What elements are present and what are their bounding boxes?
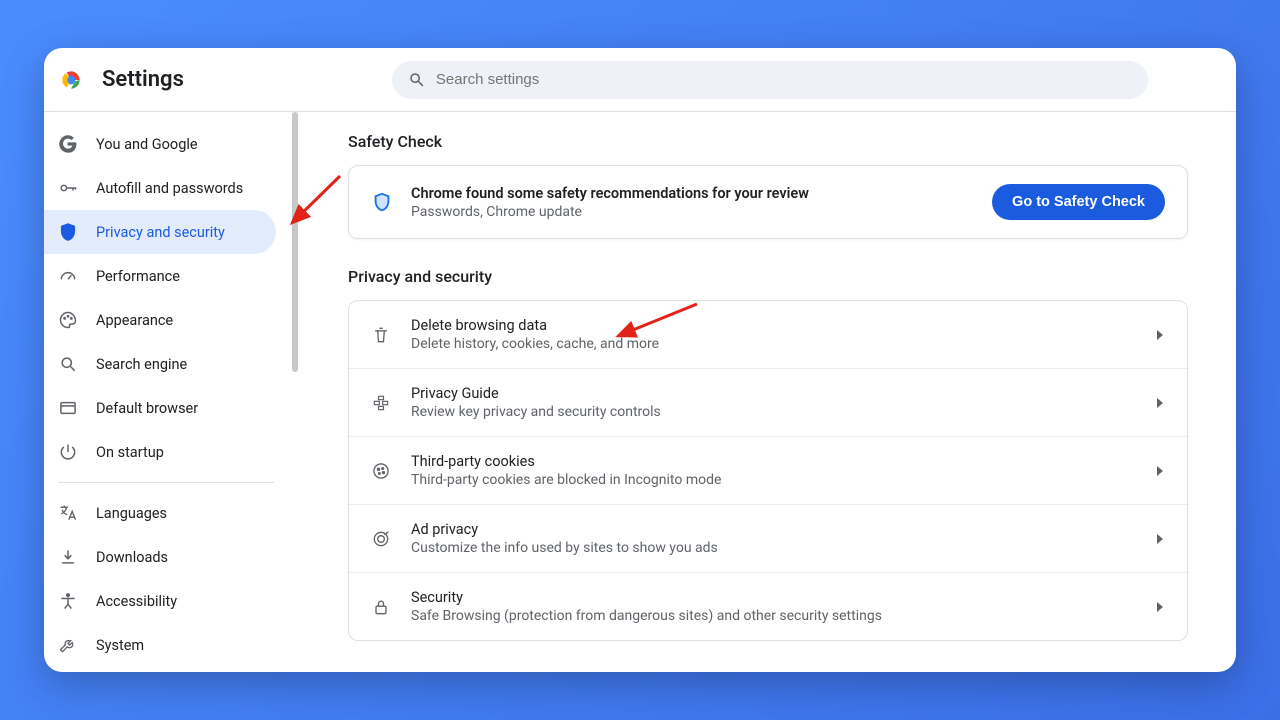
list-item-title: Ad privacy	[411, 521, 1137, 538]
search-input[interactable]	[436, 71, 1132, 88]
cookie-icon	[371, 461, 391, 481]
sidebar-item-privacy-and-security[interactable]: Privacy and security	[44, 210, 276, 254]
list-item-subtitle: Review key privacy and security controls	[411, 404, 1137, 420]
privacy-security-heading: Privacy and security	[348, 267, 1188, 286]
sidebar-item-label: Appearance	[96, 312, 173, 329]
list-item-subtitle: Safe Browsing (protection from dangerous…	[411, 608, 1137, 624]
privacy-item-third-party-cookies[interactable]: Third-party cookies Third-party cookies a…	[349, 436, 1187, 504]
sidebar-item-system[interactable]: System	[44, 623, 276, 667]
safety-check-heading: Safety Check	[348, 132, 1188, 151]
sidebar-item-label: On startup	[96, 444, 164, 461]
browser-icon	[58, 398, 78, 418]
lock-icon	[371, 597, 391, 617]
sidebar-item-label: Accessibility	[96, 593, 177, 610]
privacy-item-privacy-guide[interactable]: Privacy Guide Review key privacy and secu…	[349, 368, 1187, 436]
sidebar-item-label: You and Google	[96, 136, 198, 153]
sidebar-item-label: Default browser	[96, 400, 198, 417]
sidebar-item-label: Performance	[96, 268, 180, 285]
sidebar-item-label: System	[96, 637, 144, 654]
shield-icon	[58, 222, 78, 242]
sidebar-item-accessibility[interactable]: Accessibility	[44, 579, 276, 623]
search-icon	[408, 71, 426, 89]
sidebar-item-label: Downloads	[96, 549, 168, 566]
chevron-right-icon	[1157, 330, 1165, 340]
search-icon	[58, 354, 78, 374]
list-item-title: Third-party cookies	[411, 453, 1137, 470]
go-to-safety-check-button[interactable]: Go to Safety Check	[992, 184, 1165, 220]
accessibility-icon	[58, 591, 78, 611]
main-content: Safety Check Chrome found some safety re…	[292, 112, 1236, 672]
sidebar-item-default-browser[interactable]: Default browser	[44, 386, 276, 430]
list-item-title: Delete browsing data	[411, 317, 1137, 334]
header: Settings	[44, 48, 1236, 112]
scrollbar-thumb[interactable]	[292, 112, 298, 372]
shield-icon	[371, 191, 393, 213]
chevron-right-icon	[1157, 466, 1165, 476]
sidebar: You and Google Autofill and passwords Priv…	[44, 112, 292, 672]
sidebar-item-appearance[interactable]: Appearance	[44, 298, 276, 342]
wrench-icon	[58, 635, 78, 655]
list-item-title: Security	[411, 589, 1137, 606]
power-icon	[58, 442, 78, 462]
sidebar-item-search-engine[interactable]: Search engine	[44, 342, 276, 386]
privacy-security-list: Delete browsing data Delete history, cook…	[348, 300, 1188, 641]
sidebar-item-autofill-and-passwords[interactable]: Autofill and passwords	[44, 166, 276, 210]
chrome-logo-icon	[58, 67, 84, 93]
safety-check-subtitle: Passwords, Chrome update	[411, 204, 992, 220]
sidebar-item-on-startup[interactable]: On startup	[44, 430, 276, 474]
sidebar-item-languages[interactable]: Languages	[44, 491, 276, 535]
settings-window: Settings You and Google Autofill and pass…	[44, 48, 1236, 672]
trash-icon	[371, 325, 391, 345]
list-item-subtitle: Customize the info used by sites to show…	[411, 540, 1137, 556]
sidebar-item-downloads[interactable]: Downloads	[44, 535, 276, 579]
target-icon	[371, 529, 391, 549]
chevron-right-icon	[1157, 534, 1165, 544]
guide-icon	[371, 393, 391, 413]
list-item-subtitle: Third-party cookies are blocked in Incog…	[411, 472, 1137, 488]
body: You and Google Autofill and passwords Priv…	[44, 112, 1236, 672]
translate-icon	[58, 503, 78, 523]
page-title: Settings	[102, 67, 184, 92]
list-item-title: Privacy Guide	[411, 385, 1137, 402]
chevron-right-icon	[1157, 398, 1165, 408]
list-item-subtitle: Delete history, cookies, cache, and more	[411, 336, 1137, 352]
sidebar-divider	[58, 482, 274, 483]
safety-check-card: Chrome found some safety recommendations…	[348, 165, 1188, 239]
key-icon	[58, 178, 78, 198]
privacy-item-ad-privacy[interactable]: Ad privacy Customize the info used by sit…	[349, 504, 1187, 572]
sidebar-item-label: Search engine	[96, 356, 187, 373]
sidebar-item-label: Autofill and passwords	[96, 180, 243, 197]
search-settings[interactable]	[392, 61, 1148, 99]
palette-icon	[58, 310, 78, 330]
sidebar-item-label: Privacy and security	[96, 224, 225, 241]
privacy-item-security[interactable]: Security Safe Browsing (protection from d…	[349, 572, 1187, 640]
google-icon	[58, 134, 78, 154]
download-icon	[58, 547, 78, 567]
safety-check-title: Chrome found some safety recommendations…	[411, 185, 992, 202]
sidebar-item-performance[interactable]: Performance	[44, 254, 276, 298]
speed-icon	[58, 266, 78, 286]
chevron-right-icon	[1157, 602, 1165, 612]
sidebar-item-label: Languages	[96, 505, 167, 522]
sidebar-item-you-and-google[interactable]: You and Google	[44, 122, 276, 166]
privacy-item-delete-browsing-data[interactable]: Delete browsing data Delete history, cook…	[349, 301, 1187, 368]
